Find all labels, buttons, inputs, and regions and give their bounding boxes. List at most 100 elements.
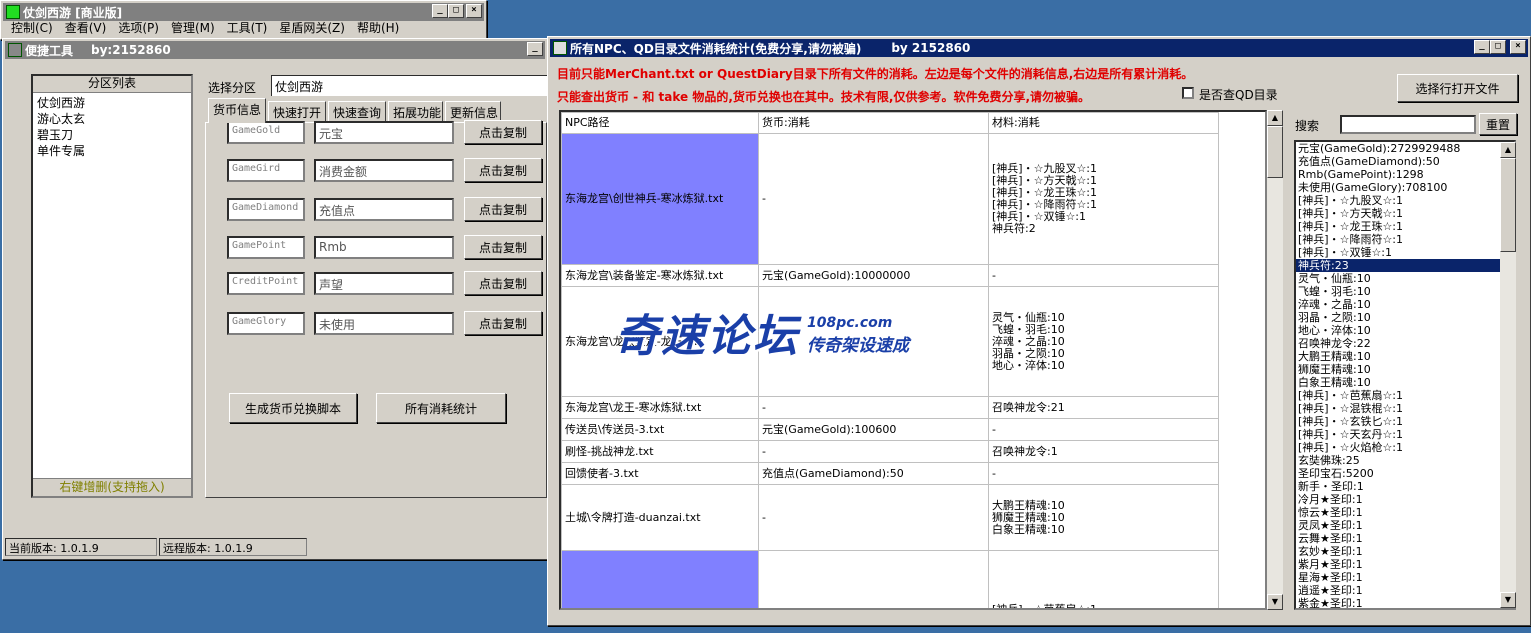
total-item[interactable]: 召唤神龙令:22 — [1296, 337, 1514, 350]
total-item[interactable]: 羽晶・之陨:10 — [1296, 311, 1514, 324]
menu-item[interactable]: 查看(V) — [59, 19, 113, 36]
partition-item[interactable]: 单件专属 — [37, 143, 187, 159]
currency-code-field[interactable]: GameDiamond — [227, 198, 305, 221]
total-item[interactable]: 白象王精魂:10 — [1296, 376, 1514, 389]
partition-item[interactable]: 游心太玄 — [37, 111, 187, 127]
table-row[interactable]: 回馈使者-3.txt 充值点(GameDiamond):50- — [561, 462, 1219, 485]
total-item[interactable]: [神兵]・☆天玄丹☆:1 — [1296, 428, 1514, 441]
close-button[interactable]: × — [466, 4, 482, 18]
total-item[interactable]: 新手・圣印:1 — [1296, 480, 1514, 493]
copy-button[interactable]: 点击复制 — [464, 235, 542, 259]
table-row[interactable]: 刷怪-挑战神龙.txt - 召唤神龙令:1 — [561, 440, 1219, 463]
scroll-thumb[interactable] — [1267, 126, 1283, 178]
currency-code-field[interactable]: CreditPoint — [227, 272, 305, 295]
total-item[interactable]: 地心・淬体:10 — [1296, 324, 1514, 337]
reset-button[interactable]: 重置 — [1479, 113, 1517, 135]
menu-item[interactable]: 帮助(H) — [351, 19, 405, 36]
partition-item[interactable]: 碧玉刀 — [37, 127, 187, 143]
column-header[interactable]: 材料:消耗 — [988, 112, 1219, 134]
total-item[interactable]: 惊云★圣印:1 — [1296, 506, 1514, 519]
generate-script-button[interactable]: 生成货币兑换脚本 — [229, 393, 357, 423]
column-header[interactable]: NPC路径 — [561, 112, 759, 134]
copy-button[interactable]: 点击复制 — [464, 120, 542, 144]
total-item[interactable]: [神兵]・☆降雨符☆:1 — [1296, 233, 1514, 246]
total-item[interactable]: 逍遥★圣印:1 — [1296, 584, 1514, 597]
table-row[interactable]: 东海龙宫\龙王-寒冰炼狱.txt - 召唤神龙令:21 — [561, 396, 1219, 419]
total-item[interactable]: 灵气・仙瓶:10 — [1296, 272, 1514, 285]
scroll-thumb[interactable] — [1500, 158, 1516, 252]
scroll-up-icon[interactable]: ▲ — [1267, 110, 1283, 126]
copy-button[interactable]: 点击复制 — [464, 311, 542, 335]
total-item[interactable]: [神兵]・☆火焰枪☆:1 — [1296, 441, 1514, 454]
table-row[interactable]: 东海龙宫\装备鉴定-寒冰炼狱.txt 元宝(GameGold):10000000- — [561, 264, 1219, 287]
tab-0[interactable]: 货币信息 — [208, 98, 266, 123]
total-item[interactable]: [神兵]・☆芭蕉扇☆:1 — [1296, 389, 1514, 402]
minimize-button[interactable]: _ — [432, 4, 448, 18]
total-item[interactable]: 紫月★圣印:1 — [1296, 558, 1514, 571]
close-button[interactable]: × — [1510, 40, 1526, 54]
total-item[interactable]: [神兵]・☆方天戟☆:1 — [1296, 207, 1514, 220]
total-item[interactable]: 淬魂・之晶:10 — [1296, 298, 1514, 311]
menu-item[interactable]: 选项(P) — [112, 19, 165, 36]
copy-button[interactable]: 点击复制 — [464, 271, 542, 295]
menu-item[interactable]: 星盾网关(Z) — [273, 19, 351, 36]
currency-code-field[interactable]: GameGird — [227, 159, 305, 182]
copy-button[interactable]: 点击复制 — [464, 197, 542, 221]
minimize-button[interactable]: _ — [527, 42, 543, 56]
table-row[interactable]: 传送员\传送员-3.txt 元宝(GameGold):100600- — [561, 418, 1219, 441]
tab-2[interactable]: 快速查询 — [328, 101, 386, 123]
tab-3[interactable]: 拓展功能 — [388, 101, 443, 123]
totals-scrollbar[interactable]: ▲ ▼ — [1500, 142, 1516, 608]
currency-code-field[interactable]: GameGlory — [227, 312, 305, 335]
total-item[interactable]: [神兵]・☆混铁棍☆:1 — [1296, 402, 1514, 415]
tool-window-titlebar[interactable]: 便捷工具 by:2152860 — [5, 41, 545, 59]
total-item[interactable]: 未使用(GameGlory):708100 — [1296, 181, 1514, 194]
total-item[interactable]: 冷月★圣印:1 — [1296, 493, 1514, 506]
total-item[interactable]: 神兵符:23 — [1296, 259, 1514, 272]
currency-name-field[interactable]: 消费金额 — [314, 159, 454, 182]
select-partition-input[interactable]: 仗剑西游 — [271, 75, 547, 96]
menu-item[interactable]: 工具(T) — [221, 19, 274, 36]
total-item[interactable]: 飞蝗・羽毛:10 — [1296, 285, 1514, 298]
total-item[interactable]: [神兵]・☆九股叉☆:1 — [1296, 194, 1514, 207]
total-item[interactable]: 星海★圣印:1 — [1296, 571, 1514, 584]
menu-item[interactable]: 管理(M) — [165, 19, 221, 36]
currency-name-field[interactable]: 声望 — [314, 272, 454, 295]
table-scrollbar[interactable]: ▲ ▼ — [1267, 110, 1283, 610]
currency-code-field[interactable]: GamePoint — [227, 236, 305, 259]
total-item[interactable]: 云舞★圣印:1 — [1296, 532, 1514, 545]
scroll-down-icon[interactable]: ▼ — [1500, 592, 1516, 608]
minimize-button[interactable]: _ — [1474, 40, 1490, 54]
column-header[interactable]: 货币:消耗 — [758, 112, 989, 134]
maximize-button[interactable]: □ — [448, 4, 464, 18]
maximize-button[interactable]: □ — [1490, 40, 1506, 54]
scroll-down-icon[interactable]: ▼ — [1267, 594, 1283, 610]
partition-item[interactable]: 仗剑西游 — [37, 95, 187, 111]
stats-window-titlebar[interactable]: 所有NPC、QD目录文件消耗统计(免费分享,请勿被骗) by 2152860 — [550, 39, 1528, 57]
scroll-up-icon[interactable]: ▲ — [1500, 142, 1516, 158]
copy-button[interactable]: 点击复制 — [464, 158, 542, 182]
total-item[interactable]: 玄奘佛珠:25 — [1296, 454, 1514, 467]
qd-checkbox[interactable] — [1182, 87, 1194, 99]
total-item[interactable]: 狮魔王精魂:10 — [1296, 363, 1514, 376]
currency-name-field[interactable]: 充值点 — [314, 198, 454, 221]
total-item[interactable]: [神兵]・☆龙王珠☆:1 — [1296, 220, 1514, 233]
menu-item[interactable]: 控制(C) — [5, 19, 59, 36]
open-selected-file-button[interactable]: 选择行打开文件 — [1397, 74, 1518, 102]
total-item[interactable]: 玄妙★圣印:1 — [1296, 545, 1514, 558]
tab-1[interactable]: 快速打开 — [268, 101, 326, 123]
currency-name-field[interactable]: 未使用 — [314, 312, 454, 335]
total-item[interactable]: Rmb(GamePoint):1298 — [1296, 168, 1514, 181]
total-item[interactable]: 大鹏王精魂:10 — [1296, 350, 1514, 363]
total-item[interactable]: 充值点(GameDiamond):50 — [1296, 155, 1514, 168]
search-input[interactable] — [1340, 115, 1476, 134]
currency-code-field[interactable]: GameGold — [227, 121, 305, 144]
currency-name-field[interactable]: Rmb — [314, 236, 454, 259]
totals-list[interactable]: 元宝(GameGold):2729929488 充值点(GameDiamond):… — [1294, 140, 1516, 610]
all-consume-stats-button[interactable]: 所有消耗统计 — [376, 393, 506, 423]
table-row[interactable]: 土城\令牌打造-duanzai.txt - 大鹏王精魂:10 狮魔王精魂:10 白象… — [561, 484, 1219, 551]
total-item[interactable]: 灵凤★圣印:1 — [1296, 519, 1514, 532]
currency-name-field[interactable]: 元宝 — [314, 121, 454, 144]
total-item[interactable]: 圣印宝石:5200 — [1296, 467, 1514, 480]
total-item[interactable]: 元宝(GameGold):2729929488 — [1296, 142, 1514, 155]
